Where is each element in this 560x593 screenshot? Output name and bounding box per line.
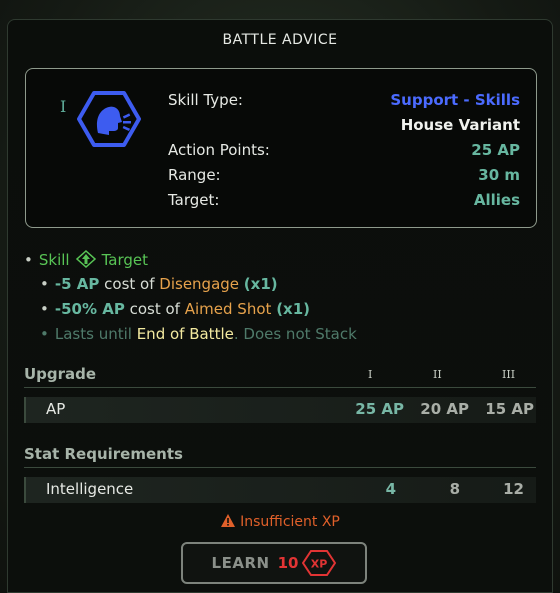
effect-until: End of Battle bbox=[136, 325, 234, 343]
effect-amount: -50% AP bbox=[54, 300, 125, 318]
upgrade-divider bbox=[24, 387, 536, 388]
skill-type-value: Support - Skills bbox=[390, 91, 520, 109]
range-label: Range: bbox=[168, 166, 221, 184]
variant-row: House Variant bbox=[168, 116, 520, 136]
tier-2-label: II bbox=[433, 368, 442, 381]
target-row: Target: Allies bbox=[168, 191, 520, 211]
requirement-tier-2-value: 8 bbox=[449, 480, 460, 498]
effect-amount: -5 AP bbox=[54, 275, 100, 293]
range-row: Range: 30 m bbox=[168, 166, 520, 186]
effect-line-disengage: • -5 AP cost of Disengage (x1) bbox=[40, 275, 278, 293]
learn-cost: 10 bbox=[277, 554, 299, 572]
effect-multiplier: (x1) bbox=[276, 300, 311, 318]
requirements-divider bbox=[24, 467, 536, 468]
tier-3-label: III bbox=[502, 368, 516, 381]
intelligence-row: Intelligence 4 8 12 bbox=[24, 477, 536, 503]
effect-lasts: Lasts until bbox=[54, 325, 132, 343]
target-label: Target: bbox=[168, 191, 220, 209]
skill-info-box: I Skill Type: Support - Skills House Var… bbox=[25, 68, 537, 228]
effect-line-aimed-shot: • -50% AP cost of Aimed Shot (x1) bbox=[40, 300, 311, 318]
learn-button[interactable]: LEARN 10 XP bbox=[181, 542, 367, 584]
requirement-tier-3-value: 12 bbox=[503, 480, 524, 498]
range-value: 30 m bbox=[478, 166, 520, 184]
upgrade-ap-row: AP 25 AP 20 AP 15 AP bbox=[24, 397, 536, 423]
support-shout-icon bbox=[77, 91, 141, 147]
warning-text: Insufficient XP bbox=[240, 514, 340, 530]
upgrade-row-label: AP bbox=[46, 400, 66, 418]
effect-cost-of: cost of bbox=[104, 275, 155, 293]
skill-type-label: Skill Type: bbox=[168, 91, 243, 109]
upgrade-heading: Upgrade bbox=[24, 365, 97, 383]
effect-target-label: Target bbox=[101, 251, 148, 269]
panel-title: BATTLE ADVICE bbox=[222, 32, 338, 48]
warning-icon bbox=[221, 514, 236, 527]
stat-requirements-heading: Stat Requirements bbox=[24, 445, 183, 463]
learn-label: LEARN bbox=[211, 554, 270, 572]
effect-stack-note: . Does not Stack bbox=[233, 325, 357, 343]
action-points-row: Action Points: 25 AP bbox=[168, 141, 520, 161]
effect-line-duration: • Lasts until End of Battle. Does not Sta… bbox=[40, 325, 357, 343]
action-points-value: 25 AP bbox=[471, 141, 520, 159]
up-arrow-icon bbox=[75, 250, 96, 268]
action-points-label: Action Points: bbox=[168, 141, 270, 159]
tier-1-label: I bbox=[368, 368, 373, 381]
target-value: Allies bbox=[473, 191, 520, 209]
effect-skill-name: Disengage bbox=[159, 275, 240, 293]
upgrade-tier-1-value: 25 AP bbox=[355, 400, 404, 418]
effect-cost-of: cost of bbox=[129, 300, 180, 318]
insufficient-xp-warning: Insufficient XP bbox=[8, 513, 552, 530]
tier-mark: I bbox=[60, 97, 67, 116]
skill-type-row: Skill Type: Support - Skills bbox=[168, 91, 520, 111]
effect-skill-name: Aimed Shot bbox=[184, 300, 272, 318]
battle-advice-panel: BATTLE ADVICE I Skill Type: Support - Sk… bbox=[7, 19, 553, 593]
effect-multiplier: (x1) bbox=[243, 275, 278, 293]
xp-badge-icon: XP bbox=[302, 550, 337, 576]
upgrade-tier-3-value: 15 AP bbox=[485, 400, 534, 418]
effect-skill-label: Skill bbox=[38, 251, 70, 269]
variant-value: House Variant bbox=[400, 116, 520, 134]
requirement-tier-1-value: 4 bbox=[385, 480, 396, 498]
xp-badge-text: XP bbox=[311, 558, 328, 571]
requirement-label: Intelligence bbox=[46, 480, 134, 498]
effect-header: • Skill Target bbox=[24, 250, 148, 269]
upgrade-tier-2-value: 20 AP bbox=[420, 400, 469, 418]
